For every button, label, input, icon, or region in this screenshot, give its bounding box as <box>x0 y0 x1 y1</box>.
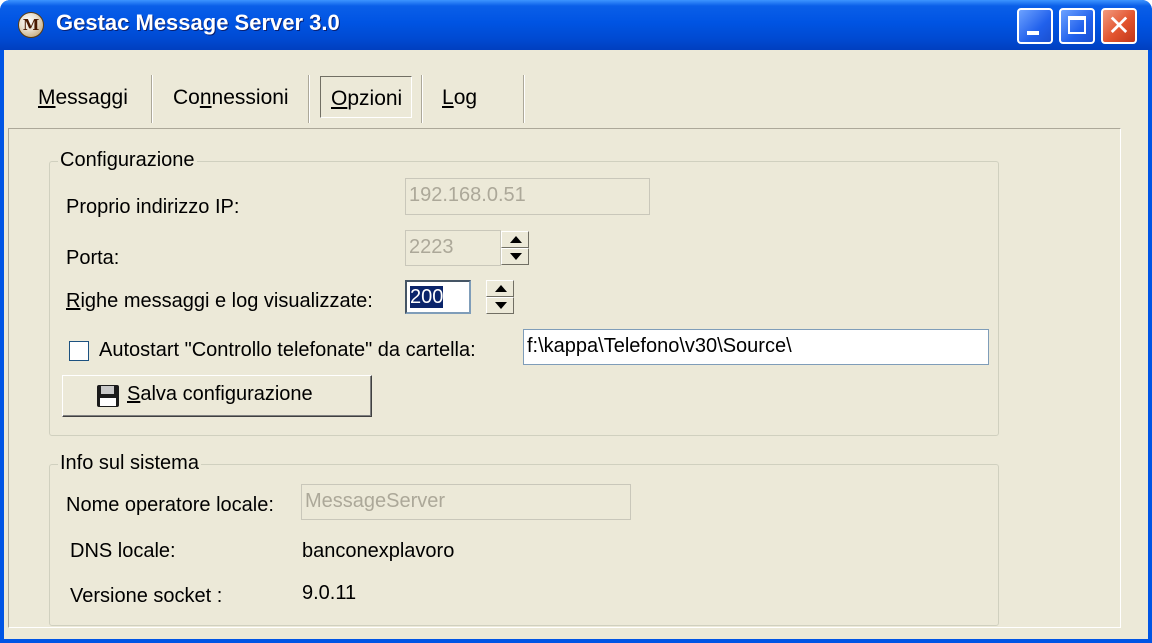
socket-value: 9.0.11 <box>302 582 357 604</box>
port-spinner[interactable] <box>501 231 529 265</box>
arrow-up-icon <box>510 236 522 243</box>
port-field[interactable]: 2223 <box>405 230 501 266</box>
maximize-button[interactable] <box>1059 8 1095 44</box>
socket-label: Versione socket : <box>70 585 223 607</box>
save-configuration-button[interactable]: Salva configurazione <box>62 375 372 417</box>
rows-label: Righe messaggi e log visualizzate: <box>66 290 373 312</box>
rows-spin-up[interactable] <box>486 280 514 297</box>
port-spin-down[interactable] <box>501 248 529 265</box>
save-configuration-label: Salva configurazione <box>127 383 313 405</box>
minimize-button[interactable] <box>1017 8 1053 44</box>
menu-separator <box>151 75 153 123</box>
maximize-icon <box>1068 16 1086 34</box>
menu-connessioni[interactable]: Connessioni <box>173 80 289 116</box>
configuration-legend: Configurazione <box>58 149 197 172</box>
rows-spin-down[interactable] <box>486 297 514 314</box>
dns-label: DNS locale: <box>70 540 176 562</box>
client-area: Messaggi Connessioni Opzioni Log Configu… <box>4 50 1148 639</box>
menu-messaggi[interactable]: Messaggi <box>38 80 128 116</box>
floppy-disk-icon <box>97 385 119 407</box>
application-window: M Gestac Message Server 3.0 ✕ Messaggi C… <box>0 0 1152 643</box>
arrow-up-icon <box>495 285 507 292</box>
arrow-down-icon <box>510 253 522 260</box>
port-label: Porta: <box>66 247 120 269</box>
ip-field[interactable]: 192.168.0.51 <box>405 178 650 215</box>
operator-field[interactable]: MessageServer <box>301 484 631 520</box>
port-spin-up[interactable] <box>501 231 529 248</box>
menu-log[interactable]: Log <box>442 80 477 116</box>
app-logo-icon[interactable]: M <box>18 12 44 38</box>
title-bar[interactable]: M Gestac Message Server 3.0 ✕ <box>0 0 1152 50</box>
dns-value: banconexplavoro <box>302 540 455 562</box>
close-icon: ✕ <box>1107 9 1131 42</box>
menu-opzioni[interactable]: Opzioni <box>331 81 402 117</box>
menu-separator <box>308 75 310 123</box>
operator-label: Nome operatore locale: <box>66 494 274 516</box>
menu-separator <box>523 75 525 123</box>
arrow-down-icon <box>495 302 507 309</box>
autostart-checkbox[interactable] <box>69 341 89 361</box>
folder-path-field[interactable]: f:\kappa\Telefono\v30\Source\ <box>523 329 989 365</box>
window-title: Gestac Message Server 3.0 <box>56 10 340 35</box>
rows-spinner[interactable] <box>486 280 514 314</box>
close-button[interactable]: ✕ <box>1101 8 1137 44</box>
menu-separator <box>421 75 423 123</box>
ip-label: Proprio indirizzo IP: <box>66 196 240 218</box>
system-info-legend: Info sul sistema <box>58 452 201 475</box>
minimize-icon <box>1027 31 1039 35</box>
rows-field[interactable]: 200 <box>405 280 471 314</box>
autostart-label[interactable]: Autostart "Controllo telefonate" da cart… <box>99 339 476 362</box>
